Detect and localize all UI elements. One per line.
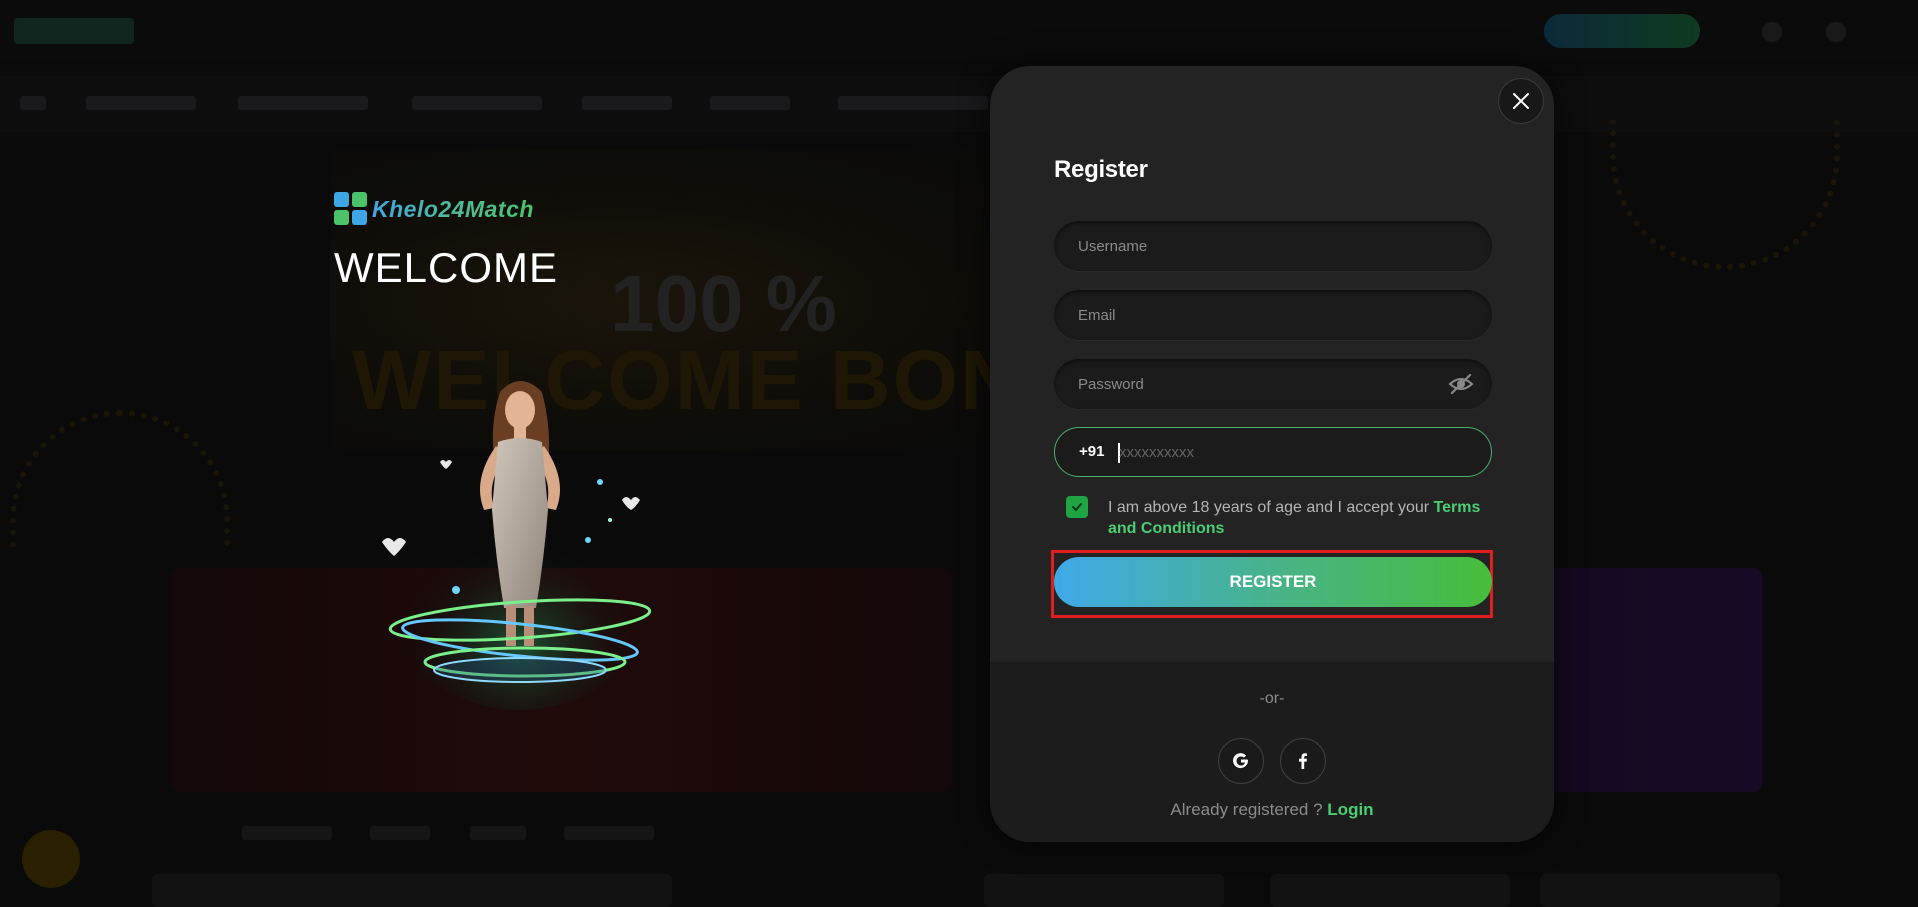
- checkmark-icon: [1072, 503, 1082, 511]
- password-input[interactable]: [1054, 359, 1492, 409]
- register-button[interactable]: REGISTER: [1054, 557, 1492, 607]
- background-tab: [242, 826, 332, 840]
- facebook-login-button[interactable]: [1280, 738, 1326, 784]
- background-card: [1270, 874, 1510, 907]
- consent-row: I am above 18 years of age and I accept …: [1066, 496, 1496, 540]
- phone-input[interactable]: [1117, 428, 1477, 476]
- username-field-wrapper: [1054, 221, 1492, 271]
- eye-off-icon[interactable]: [1448, 372, 1474, 396]
- background-nav-item: [710, 96, 790, 110]
- phone-country-code: +91: [1079, 443, 1105, 460]
- facebook-icon: [1299, 753, 1307, 769]
- background-header-icon: [1762, 22, 1782, 42]
- background-header-icon: [1826, 22, 1846, 42]
- background-nav-item: [582, 96, 672, 110]
- password-field-wrapper: [1054, 359, 1492, 409]
- hero-illustration: [382, 381, 652, 710]
- google-icon: [1233, 753, 1248, 769]
- username-input[interactable]: [1054, 221, 1492, 271]
- consent-text: I am above 18 years of age and I accept …: [1108, 499, 1434, 516]
- background-decoration: [1610, 120, 1840, 270]
- background-logo: [14, 18, 134, 44]
- background-header-button: [1544, 14, 1700, 48]
- consent-label: I am above 18 years of age and I accept …: [1108, 497, 1498, 539]
- background-tab: [470, 826, 526, 840]
- background-nav-item: [238, 96, 368, 110]
- brand-mark-icon: [334, 192, 368, 226]
- or-divider: -or-: [1259, 690, 1285, 707]
- background-decoration: [10, 410, 230, 550]
- background-chat-bubble: [22, 830, 80, 888]
- background-tab: [564, 826, 654, 840]
- google-login-button[interactable]: [1218, 738, 1264, 784]
- login-prompt: Already registered ? Login: [990, 800, 1554, 820]
- phone-field-wrapper: +91: [1054, 427, 1492, 477]
- background-card: [1540, 874, 1780, 907]
- modal-title: Register: [1054, 156, 1148, 183]
- login-link[interactable]: Login: [1327, 800, 1373, 819]
- background-nav-item: [412, 96, 542, 110]
- background-card: [984, 874, 1224, 907]
- login-prompt-text: Already registered ?: [1170, 800, 1328, 819]
- background-nav-item: [20, 96, 46, 110]
- brand-logo: Khelo24Match: [334, 192, 534, 226]
- email-field-wrapper: [1054, 290, 1492, 340]
- brand-name: Khelo24Match: [372, 195, 534, 222]
- close-icon: [1513, 93, 1529, 109]
- background-site: 100 % WELCOME BONU: [0, 0, 1918, 907]
- email-input[interactable]: [1054, 290, 1492, 340]
- age-consent-checkbox[interactable]: [1066, 496, 1088, 518]
- background-card: [152, 874, 672, 907]
- register-modal: Register +91 I am above 18 years of age …: [990, 66, 1554, 842]
- close-button[interactable]: [1498, 78, 1544, 124]
- background-nav-item: [838, 96, 988, 110]
- welcome-heading: WELCOME: [334, 244, 559, 291]
- background-nav-item: [86, 96, 196, 110]
- background-tab: [370, 826, 430, 840]
